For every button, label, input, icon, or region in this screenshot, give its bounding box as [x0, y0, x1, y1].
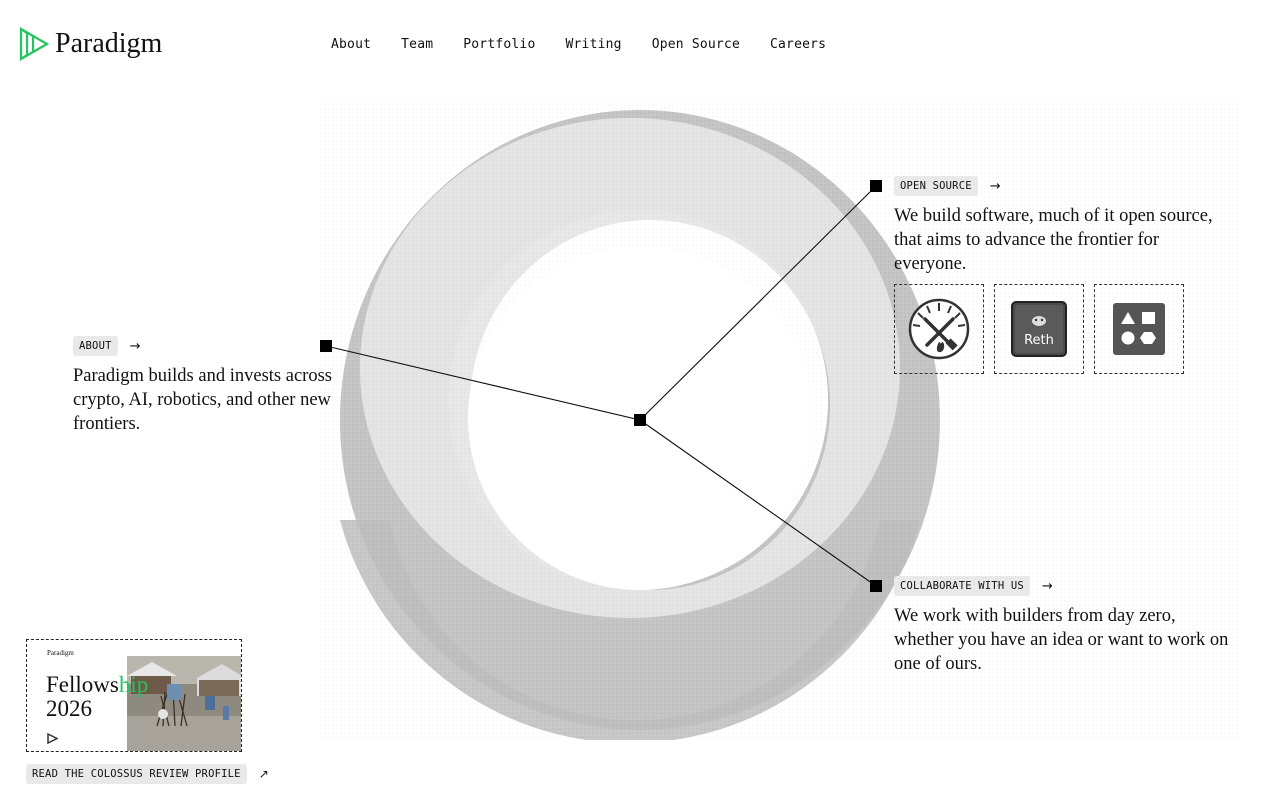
reth-label: Reth	[1024, 333, 1054, 348]
nav-portfolio[interactable]: Portfolio	[463, 37, 535, 52]
collaborate-tag: COLLABORATE WITH US	[894, 576, 1030, 596]
arrow-up-right-icon: ↗	[258, 767, 269, 781]
card-title-line2: 2026	[46, 696, 92, 721]
open-source-tools: Reth	[894, 284, 1184, 374]
fellowship-card[interactable]: Paradigm Fellowship 2026	[26, 639, 242, 752]
nav-open-source[interactable]: Open Source	[652, 37, 740, 52]
arrow-right-icon: →	[1041, 578, 1053, 594]
about-link[interactable]: ABOUT →	[73, 336, 141, 356]
card-title: Fellowship 2026	[46, 673, 148, 721]
arrow-right-icon: →	[989, 178, 1001, 194]
tool-foundry[interactable]	[894, 284, 984, 374]
foundry-icon	[908, 298, 970, 360]
main-nav: About Team Portfolio Writing Open Source…	[331, 37, 826, 52]
nav-careers[interactable]: Careers	[770, 37, 826, 52]
shapes-icon	[1113, 303, 1165, 355]
about-tag: ABOUT	[73, 336, 118, 356]
brand-name: Paradigm	[55, 28, 163, 59]
about-text: Paradigm builds and invests across crypt…	[73, 366, 332, 434]
nav-writing[interactable]: Writing	[566, 37, 622, 52]
colossus-review-label: READ THE COLOSSUS REVIEW PROFILE	[26, 764, 247, 784]
node-about	[320, 340, 332, 352]
paradigm-mark-icon	[47, 733, 58, 744]
nav-team[interactable]: Team	[401, 37, 433, 52]
reth-icon: Reth	[1011, 301, 1067, 357]
node-open-source	[870, 180, 882, 192]
collaborate-text: We work with builders from day zero, whe…	[894, 606, 1229, 674]
node-center	[634, 414, 646, 426]
card-brand: Paradigm	[47, 649, 74, 657]
collaborate-link[interactable]: COLLABORATE WITH US →	[894, 576, 1053, 596]
open-source-tag: OPEN SOURCE	[894, 176, 978, 196]
card-title-line1: Fellowship	[46, 672, 149, 697]
colossus-review-link[interactable]: READ THE COLOSSUS REVIEW PROFILE ↗	[26, 764, 269, 784]
tool-shapes[interactable]	[1094, 284, 1184, 374]
paradigm-logo-icon	[19, 27, 49, 61]
tool-reth[interactable]: Reth	[994, 284, 1084, 374]
node-collaborate	[870, 580, 882, 592]
arrow-right-icon: →	[129, 338, 141, 354]
open-source-text: We build software, much of it open sourc…	[894, 206, 1213, 274]
nav-about[interactable]: About	[331, 37, 371, 52]
open-source-link[interactable]: OPEN SOURCE →	[894, 176, 1001, 196]
brand-logo[interactable]: Paradigm	[19, 27, 162, 61]
